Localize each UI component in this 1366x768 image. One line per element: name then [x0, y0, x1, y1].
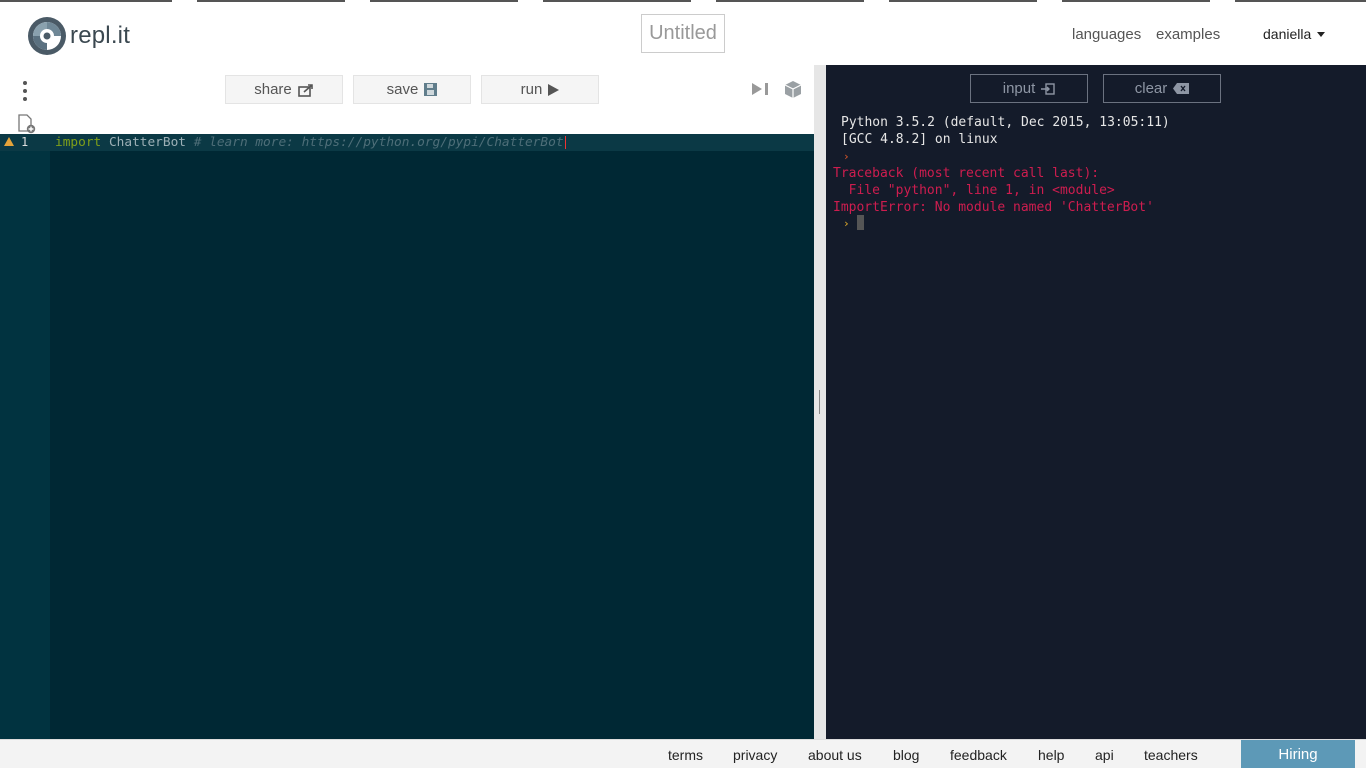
footer-link-terms[interactable]: terms: [668, 747, 703, 763]
logo-text: repl.it: [70, 22, 131, 49]
new-file-icon[interactable]: [18, 114, 36, 134]
share-icon: [297, 83, 313, 97]
console-traceback-file: File "python", line 1, in <module>: [833, 183, 1115, 198]
footer-link-feedback[interactable]: feedback: [950, 747, 1007, 763]
more-options-icon[interactable]: [20, 81, 30, 101]
warning-icon[interactable]: [4, 137, 14, 146]
run-button[interactable]: run: [481, 75, 599, 104]
line-gutter: [0, 134, 50, 739]
hiring-button[interactable]: Hiring: [1241, 740, 1355, 768]
replit-logo-icon: [28, 17, 66, 55]
footer-link-privacy[interactable]: privacy: [733, 747, 777, 763]
caret-down-icon: [1317, 31, 1326, 37]
run-label: run: [520, 81, 543, 98]
console-active-prompt-icon: ›: [843, 217, 850, 230]
footer-link-about[interactable]: about us: [808, 747, 862, 763]
text-cursor: [564, 136, 566, 149]
clear-label: clear: [1134, 80, 1168, 97]
console-prompt-icon: ›: [843, 150, 850, 163]
share-button[interactable]: share: [225, 75, 343, 104]
console-error: ImportError: No module named 'ChatterBot…: [833, 200, 1154, 215]
input-label: input: [1002, 80, 1036, 97]
nav-examples[interactable]: examples: [1156, 26, 1220, 43]
floppy-disk-icon: [424, 83, 438, 96]
console-traceback: Traceback (most recent call last):: [833, 166, 1100, 181]
code-editor[interactable]: 1 import ChatterBot # learn more: https:…: [0, 134, 814, 739]
code-keyword: import: [55, 135, 102, 150]
editor-pane: share save run 1 import ChatterBot # lea…: [0, 65, 814, 739]
pane-splitter[interactable]: [814, 65, 826, 739]
step-forward-icon[interactable]: [752, 82, 769, 96]
line-number: 1: [21, 135, 29, 149]
user-menu[interactable]: daniella: [1263, 26, 1326, 42]
share-label: share: [254, 81, 292, 98]
packages-cube-icon[interactable]: [785, 81, 801, 98]
play-icon: [548, 83, 560, 96]
footer-link-help[interactable]: help: [1038, 747, 1064, 763]
header: repl.it Untitled languages examples dani…: [0, 3, 1366, 65]
save-label: save: [386, 81, 419, 98]
console-cursor[interactable]: [857, 215, 864, 230]
console-line-gcc: [GCC 4.8.2] on linux: [841, 132, 998, 147]
footer-link-api[interactable]: api: [1095, 747, 1114, 763]
username: daniella: [1263, 26, 1312, 42]
footer-link-teachers[interactable]: teachers: [1144, 747, 1198, 763]
input-icon: [1041, 82, 1055, 95]
logo[interactable]: repl.it: [26, 15, 130, 57]
input-button[interactable]: input: [970, 74, 1088, 103]
code-identifier: ChatterBot: [108, 135, 186, 150]
backspace-icon: [1173, 83, 1190, 94]
nav-languages[interactable]: languages: [1072, 26, 1141, 43]
save-button[interactable]: save: [353, 75, 471, 104]
code-comment: # learn more: https://python.org/pypi/Ch…: [193, 135, 564, 150]
replit-app: repl.it Untitled languages examples dani…: [0, 0, 1366, 768]
console-line-version: Python 3.5.2 (default, Dec 2015, 13:05:1…: [841, 115, 1170, 130]
footer: terms privacy about us blog feedback hel…: [0, 739, 1366, 768]
file-title[interactable]: Untitled: [641, 14, 725, 53]
clear-button[interactable]: clear: [1103, 74, 1221, 103]
footer-link-blog[interactable]: blog: [893, 747, 919, 763]
code-line: import ChatterBot # learn more: https://…: [55, 135, 566, 150]
